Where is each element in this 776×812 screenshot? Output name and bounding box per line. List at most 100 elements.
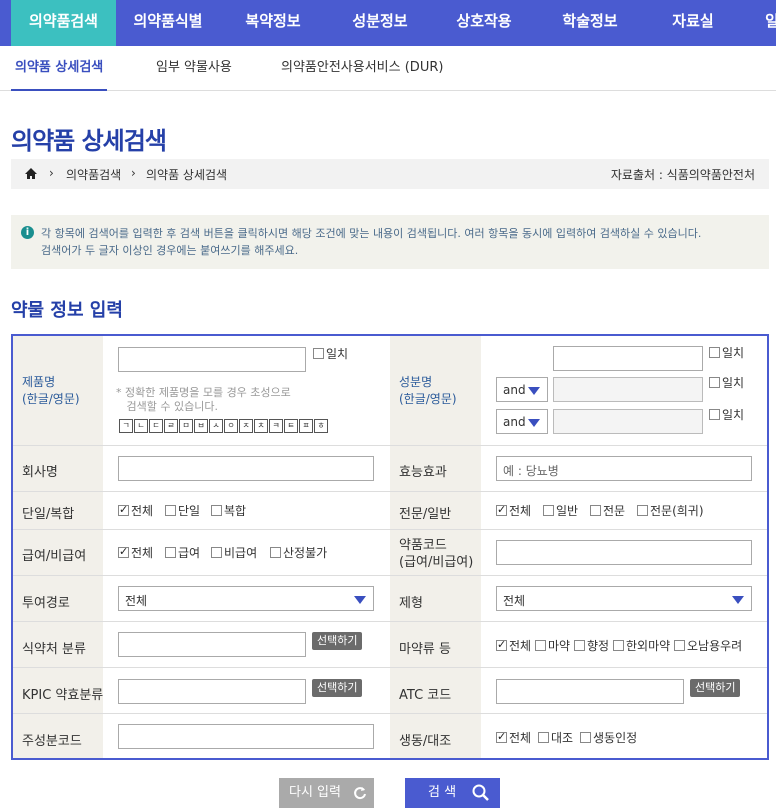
kpic-label: KPIC 약효분류 — [22, 688, 104, 703]
bio-control-checkbox[interactable]: 대조 — [538, 730, 573, 746]
mfds-class-label: 식약처 분류 — [22, 642, 86, 657]
narc-exempt-checkbox[interactable]: 한외마약 — [613, 638, 670, 654]
ins-all-checkbox[interactable]: 전체 — [118, 544, 153, 561]
route-select[interactable]: 전체 — [118, 586, 374, 611]
narc-psychotropic-checkbox[interactable]: 향정 — [574, 638, 609, 654]
form-label: 제형 — [399, 596, 423, 611]
chevron-right-icon: › — [49, 166, 54, 180]
dropdown-arrow-icon — [528, 419, 540, 427]
breadcrumb-item[interactable]: 의약품검색 — [66, 166, 121, 183]
company-input[interactable] — [118, 456, 374, 481]
ingredient-exact-checkbox[interactable]: 일치 — [709, 345, 744, 361]
atc-input[interactable] — [496, 679, 684, 704]
consonant-button[interactable]: ㅎ — [314, 419, 328, 433]
product-exact-checkbox[interactable]: 일치 — [313, 346, 348, 362]
single-all-checkbox[interactable]: 전체 — [118, 502, 153, 519]
pro-rare-checkbox[interactable]: 전문(희귀) — [637, 503, 704, 519]
single-single-checkbox[interactable]: 단일 — [165, 503, 200, 519]
section-title: 약물 정보 입력 — [11, 300, 123, 321]
atc-select-button[interactable]: 선택하기 — [690, 679, 741, 697]
row-divider — [13, 713, 767, 714]
pro-label: 전문/일반 — [399, 507, 452, 522]
ingredient-input-2[interactable] — [553, 377, 703, 402]
consonant-button[interactable]: ㄹ — [164, 419, 178, 433]
nav-academic[interactable]: 학술정보 — [550, 0, 630, 46]
main-code-input[interactable] — [118, 724, 374, 749]
consonant-button[interactable]: ㄱ — [119, 419, 133, 433]
mfds-select-button[interactable]: 선택하기 — [312, 632, 363, 650]
kpic-input[interactable] — [118, 679, 306, 704]
consonant-button[interactable]: ㄴ — [134, 419, 148, 433]
pro-all-checkbox[interactable]: 전체 — [496, 502, 531, 519]
search-button[interactable]: 검 색 — [405, 778, 500, 808]
efficacy-input[interactable]: 예 : 당뇨병 — [496, 456, 752, 481]
form-select[interactable]: 전체 — [496, 586, 752, 611]
ingredient-input-3[interactable] — [553, 409, 703, 434]
narc-abuse-checkbox[interactable]: 오남용우려 — [674, 638, 742, 654]
route-label: 투여경로 — [22, 596, 70, 611]
nav-ingredient-info[interactable]: 성분정보 — [340, 0, 420, 46]
reset-label: 다시 입력 — [289, 785, 341, 800]
nav-more[interactable]: 일 — [762, 0, 776, 46]
ins-covered-checkbox[interactable]: 급여 — [165, 545, 200, 561]
ins-incalculable-checkbox[interactable]: 산정불가 — [270, 545, 327, 561]
bio-approved-checkbox[interactable]: 생동인정 — [580, 730, 637, 746]
kpic-select-button[interactable]: 선택하기 — [312, 679, 363, 697]
nav-drug-search[interactable]: 의약품검색 — [11, 0, 116, 46]
efficacy-placeholder: 예 : 당뇨병 — [503, 464, 559, 478]
consonant-button[interactable]: ㅈ — [239, 419, 253, 433]
nav-drug-identify[interactable]: 의약품식별 — [120, 0, 216, 46]
row-divider — [13, 621, 767, 622]
and-select[interactable]: and — [496, 377, 548, 402]
source-text: 자료출처 : 식품의약품안전처 — [610, 168, 755, 182]
pro-professional-checkbox[interactable]: 전문 — [590, 503, 625, 519]
single-label: 단일/복합 — [22, 507, 75, 522]
breadcrumb: › 의약품검색 › 의약품 상세검색 자료출처 : 식품의약품안전처 — [11, 159, 769, 189]
consonant-button[interactable]: ㅁ — [179, 419, 193, 433]
dropdown-arrow-icon — [354, 596, 366, 604]
ingredient-exact-checkbox[interactable]: 일치 — [709, 407, 744, 423]
home-icon[interactable] — [24, 167, 38, 180]
breadcrumb-item: 의약품 상세검색 — [146, 168, 228, 182]
top-navigation: 의약품검색 의약품식별 복약정보 성분정보 상호작용 학술정보 자료실 일 — [0, 0, 776, 46]
tab-pregnancy[interactable]: 임부 약물사용 — [156, 46, 232, 91]
narcotic-label: 마약류 등 — [399, 642, 451, 657]
consonant-button[interactable]: ㅂ — [194, 419, 208, 433]
drugcode-input[interactable] — [496, 540, 752, 565]
ingredient-input-1[interactable] — [553, 346, 703, 371]
consonant-button[interactable]: ㅍ — [299, 419, 313, 433]
nav-resources[interactable]: 자료실 — [660, 0, 726, 46]
narc-narcotic-checkbox[interactable]: 마약 — [535, 638, 570, 654]
row-divider — [13, 445, 767, 446]
consonant-button[interactable]: ㅌ — [284, 419, 298, 433]
dropdown-arrow-icon — [528, 387, 540, 395]
product-label: 제품명 (한글/영문) — [22, 375, 80, 406]
row-divider — [13, 529, 767, 530]
tab-dur[interactable]: 의약품안전사용서비스 (DUR) — [281, 46, 443, 91]
row-divider — [13, 575, 767, 576]
single-complex-checkbox[interactable]: 복합 — [211, 503, 246, 519]
consonant-button[interactable]: ㅅ — [209, 419, 223, 433]
nav-medication-info[interactable]: 복약정보 — [230, 0, 316, 46]
bio-all-checkbox[interactable]: 전체 — [496, 729, 531, 746]
efficacy-label: 효능효과 — [399, 465, 447, 480]
ingredient-exact-checkbox[interactable]: 일치 — [709, 375, 744, 391]
ins-noncovered-checkbox[interactable]: 비급여 — [211, 545, 257, 561]
consonant-button[interactable]: ㅇ — [224, 419, 238, 433]
consonant-button[interactable]: ㄷ — [149, 419, 163, 433]
pro-general-checkbox[interactable]: 일반 — [543, 503, 578, 519]
insurance-label: 급여/비급여 — [22, 549, 87, 564]
consonant-button[interactable]: ㅋ — [269, 419, 283, 433]
narc-all-checkbox[interactable]: 전체 — [496, 637, 531, 654]
and-select[interactable]: and — [496, 409, 548, 434]
search-label: 검 색 — [428, 785, 457, 800]
tab-detail-search[interactable]: 의약품 상세검색 — [11, 46, 108, 91]
nav-interaction[interactable]: 상호작용 — [444, 0, 524, 46]
reset-button[interactable]: 다시 입력 — [279, 778, 374, 808]
mfds-class-input[interactable] — [118, 632, 306, 657]
product-name-input[interactable] — [118, 347, 306, 372]
company-label: 회사명 — [22, 465, 58, 480]
consonant-button[interactable]: ㅊ — [254, 419, 268, 433]
search-form: 제품명 (한글/영문) 일치 * 정확한 제품명을 모를 경우 초성으로 검색할 … — [11, 334, 769, 760]
info-line: 검색어가 두 글자 이상인 경우에는 붙여쓰기를 해주세요. — [41, 244, 299, 257]
